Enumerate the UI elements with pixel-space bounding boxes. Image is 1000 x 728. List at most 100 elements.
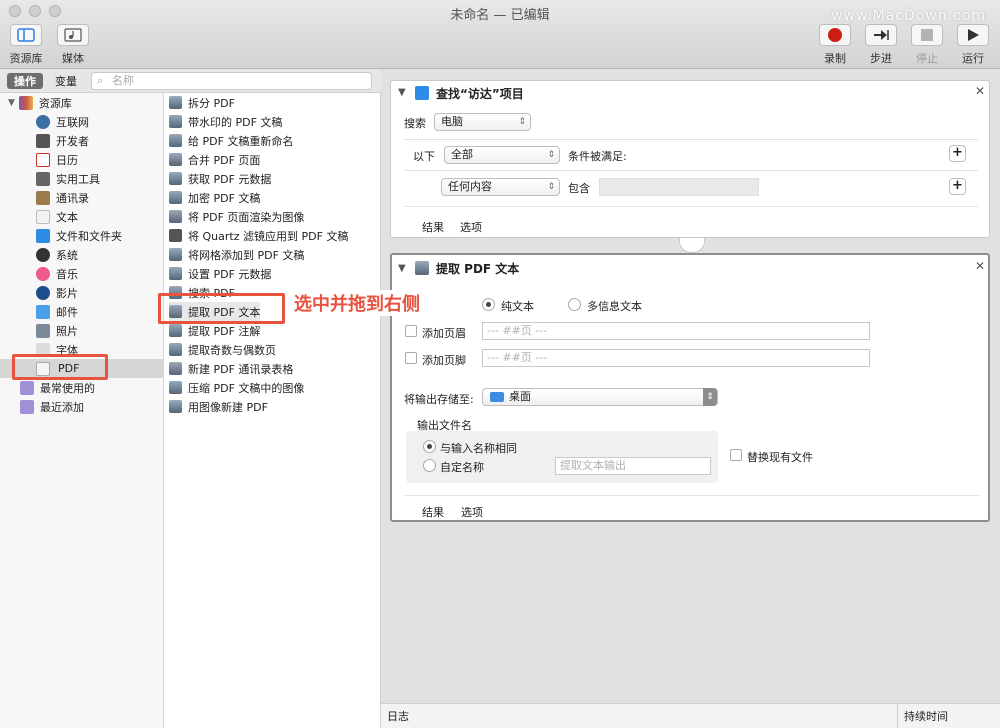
pdf-highlight-box <box>12 354 108 380</box>
match-all-select[interactable]: 全部 ⇕ <box>444 146 560 164</box>
library-item-label: 实用工具 <box>56 172 100 186</box>
action-item[interactable]: 将 Quartz 滤镜应用到 PDF 文稿 <box>169 226 348 245</box>
library-item-music[interactable]: 音乐 <box>0 264 163 283</box>
media-button[interactable] <box>57 24 89 46</box>
tab-variables[interactable]: 变量 <box>48 73 84 89</box>
log-pane: 日志 持续时间 <box>381 703 1000 728</box>
action-item[interactable]: 给 PDF 文稿重新命名 <box>169 131 293 150</box>
run-button[interactable] <box>957 24 989 46</box>
duration-column-header[interactable]: 持续时间 <box>904 708 948 724</box>
action-connector <box>679 238 705 253</box>
finder-icon <box>36 228 50 243</box>
plain-text-radio[interactable] <box>482 298 495 311</box>
footer-field[interactable]: --- ##页 --- <box>482 349 870 367</box>
close-icon[interactable]: ✕ <box>975 259 985 273</box>
save-to-label: 将输出存储至: <box>404 393 474 406</box>
finder-icon <box>415 86 429 100</box>
add-header-checkbox[interactable] <box>405 325 417 337</box>
media-icon <box>64 28 82 42</box>
library-item-recently-added[interactable]: 最近添加 <box>0 397 163 416</box>
stop-label: 停止 <box>916 52 938 65</box>
close-icon[interactable]: ✕ <box>975 84 985 98</box>
log-column-header[interactable]: 日志 <box>387 708 409 724</box>
action-item[interactable]: 加密 PDF 文稿 <box>169 188 260 207</box>
smart-folder-icon <box>20 380 34 395</box>
action-item[interactable]: 获取 PDF 元数据 <box>169 169 271 188</box>
smart-folder-icon <box>20 399 34 414</box>
library-item-system[interactable]: 系统 <box>0 245 163 264</box>
action-item[interactable]: 合并 PDF 页面 <box>169 150 260 169</box>
library-item-utilities[interactable]: 实用工具 <box>0 169 163 188</box>
library-item-developer[interactable]: 开发者 <box>0 131 163 150</box>
action-item[interactable]: 带水印的 PDF 文稿 <box>169 112 282 131</box>
action-item[interactable]: 新建 PDF 通讯录表格 <box>169 359 293 378</box>
library-item-photos[interactable]: 照片 <box>0 321 163 340</box>
tab-results[interactable]: 结果 <box>422 219 444 235</box>
contacts-icon <box>36 190 50 205</box>
library-item-movies[interactable]: 影片 <box>0 283 163 302</box>
extract-action-highlight-box <box>158 293 285 324</box>
action-list: 拆分 PDF 带水印的 PDF 文稿 给 PDF 文稿重新命名 合并 PDF 页… <box>164 93 381 728</box>
tab-results[interactable]: 结果 <box>422 504 444 520</box>
header-field[interactable]: --- ##页 --- <box>482 322 870 340</box>
action-label: 提取 PDF 注解 <box>188 324 261 338</box>
library-item-label: 影片 <box>56 286 78 300</box>
search-location-select[interactable]: 电脑 ⇕ <box>434 113 531 131</box>
select-value: 桌面 <box>509 390 531 403</box>
play-icon <box>968 29 979 41</box>
library-item-internet[interactable]: 互联网 <box>0 112 163 131</box>
library-root[interactable]: ▼ 资源库 <box>0 93 163 112</box>
library-item-text[interactable]: 文本 <box>0 207 163 226</box>
same-as-input-radio[interactable] <box>423 440 436 453</box>
action-item[interactable]: 提取奇数与偶数页 <box>169 340 276 359</box>
chevron-updown-icon: ⇕ <box>547 150 555 160</box>
action-item[interactable]: 将网格添加到 PDF 文稿 <box>169 245 304 264</box>
action-item[interactable]: 压缩 PDF 文稿中的图像 <box>169 378 304 397</box>
add-footer-checkbox[interactable] <box>405 352 417 364</box>
add-condition-button[interactable]: + <box>949 145 966 162</box>
library-toggle-button[interactable] <box>10 24 42 46</box>
watermark: www.MacDown.com <box>831 8 986 24</box>
library-item-contacts[interactable]: 通讯录 <box>0 188 163 207</box>
plain-text-label: 纯文本 <box>501 300 534 313</box>
record-button[interactable] <box>819 24 851 46</box>
library-root-label: 资源库 <box>38 96 72 110</box>
step-button[interactable] <box>865 24 897 46</box>
library-item-label: 日历 <box>56 153 78 167</box>
library-item-calendar[interactable]: 日历 <box>0 150 163 169</box>
tab-actions[interactable]: 操作 <box>7 73 43 89</box>
library-item-mail[interactable]: 邮件 <box>0 302 163 321</box>
library-pane: ▼ 资源库 互联网 开发者 日历 实用工具 通讯录 文本 文件和文件夹 系统 音… <box>0 93 164 728</box>
library-item-label: 最近添加 <box>40 400 84 414</box>
add-condition-button[interactable]: + <box>949 178 966 195</box>
pdf-action-icon <box>169 400 182 413</box>
replace-existing-checkbox[interactable] <box>730 449 742 461</box>
stop-button[interactable] <box>911 24 943 46</box>
action-item[interactable]: 拆分 PDF <box>169 93 235 112</box>
collapse-triangle-icon[interactable]: ▼ <box>398 263 406 274</box>
collapse-triangle-icon[interactable]: ▼ <box>398 87 406 98</box>
library-icon <box>18 95 33 110</box>
tab-options[interactable]: 选项 <box>461 504 483 520</box>
search-input[interactable]: ⌕ 名称 <box>91 72 372 90</box>
criteria-select[interactable]: 任何内容 ⇕ <box>441 178 560 196</box>
rich-text-radio[interactable] <box>568 298 581 311</box>
chevron-updown-icon: ⇕ <box>703 388 717 406</box>
quicktime-icon <box>36 285 50 300</box>
custom-name-radio[interactable] <box>423 459 436 472</box>
action-item[interactable]: 用图像新建 PDF <box>169 397 268 416</box>
library-item-most-used[interactable]: 最常使用的 <box>0 378 163 397</box>
save-location-select[interactable]: 桌面 ⇕ <box>482 388 718 406</box>
action-label: 带水印的 PDF 文稿 <box>188 115 283 129</box>
custom-name-field[interactable]: 提取文本输出 <box>555 457 711 475</box>
action-item[interactable]: 设置 PDF 元数据 <box>169 264 271 283</box>
contains-field[interactable] <box>599 178 759 196</box>
globe-icon <box>36 114 50 129</box>
library-item-files-folders[interactable]: 文件和文件夹 <box>0 226 163 245</box>
library-item-label: 通讯录 <box>56 191 89 205</box>
media-label: 媒体 <box>62 52 84 65</box>
action-item[interactable]: 将 PDF 页面渲染为图像 <box>169 207 304 226</box>
workflow-area: ▼ 查找“访达”项目 ✕ 搜索 电脑 ⇕ 以下 全部 ⇕ 条件被满足: + 任何内容… <box>381 69 1000 703</box>
disclosure-triangle-icon[interactable]: ▼ <box>8 98 15 108</box>
tab-options[interactable]: 选项 <box>460 219 482 235</box>
